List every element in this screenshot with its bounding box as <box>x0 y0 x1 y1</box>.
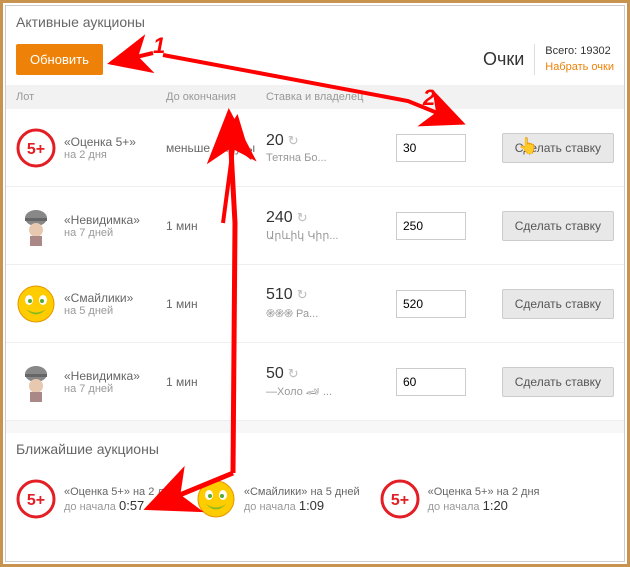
lot-icon <box>16 128 56 168</box>
bid-amount: 20 ↻ <box>266 132 396 150</box>
bid-input[interactable] <box>396 290 466 318</box>
place-bid-button[interactable]: Сделать ставку <box>502 133 614 163</box>
lot-duration: на 2 дня <box>64 149 136 161</box>
table-row: «Смайлики»на 5 дней 1 мин510 ↻ ֍֍֍ Ра... Сд… <box>6 265 624 343</box>
header-time: До окончания <box>166 91 266 103</box>
upcoming-item[interactable]: «Оценка 5+» на 2 днядо начала 1:20 <box>380 479 540 519</box>
lot-icon <box>196 479 236 519</box>
lot-icon <box>16 206 56 246</box>
lot-duration: на 7 дней <box>64 227 140 239</box>
time-remaining: 1 мин <box>166 219 266 233</box>
time-remaining: 1 мин <box>166 297 266 311</box>
points-total: Всего: 19302 <box>545 44 614 59</box>
bid-owner: Тетяна Бо... <box>266 152 396 164</box>
time-remaining: 1 мин <box>166 375 266 389</box>
upcoming-name: «Смайлики» на 5 дней <box>244 486 360 498</box>
lot-icon <box>16 362 56 402</box>
bid-input[interactable] <box>396 368 466 396</box>
bid-owner: —Холо 🏎 ... <box>266 385 396 398</box>
upcoming-timer: до начала 1:09 <box>244 498 360 513</box>
lot-name: «Невидимка» <box>64 213 140 227</box>
table-row: «Оценка 5+»на 2 дня меньше минуты20 ↻ Тетя… <box>6 109 624 187</box>
points-label: Очки <box>483 49 524 70</box>
table-row: «Невидимка»на 7 дней 1 мин50 ↻ —Холо 🏎 ...… <box>6 343 624 421</box>
refresh-icon: ↻ <box>288 133 299 149</box>
header-lot: Лот <box>16 91 166 103</box>
table-row: «Невидимка»на 7 дней 1 мин240 ↻ Արևիկ Կիր.… <box>6 187 624 265</box>
table-header: Лот До окончания Ставка и владелец <box>6 85 624 109</box>
bid-owner: Արևիկ Կիր... <box>266 229 396 242</box>
upcoming-item[interactable]: «Смайлики» на 5 днейдо начала 1:09 <box>196 479 360 519</box>
lot-duration: на 5 дней <box>64 305 133 317</box>
lot-duration: на 7 дней <box>64 383 140 395</box>
bid-input[interactable] <box>396 212 466 240</box>
place-bid-button[interactable]: Сделать ставку <box>502 211 614 241</box>
place-bid-button[interactable]: Сделать ставку <box>502 289 614 319</box>
refresh-icon: ↻ <box>297 287 308 303</box>
section-upcoming-title: Ближайшие аукционы <box>6 433 624 465</box>
upcoming-timer: до начала 0:57 <box>64 498 176 513</box>
bid-input[interactable] <box>396 134 466 162</box>
lot-icon <box>380 479 420 519</box>
bid-owner: ֍֍֍ Ра... <box>266 306 396 321</box>
refresh-icon: ↻ <box>288 366 299 382</box>
upcoming-item[interactable]: «Оценка 5+» на 2 днядо начала 0:57 <box>16 479 176 519</box>
lot-name: «Смайлики» <box>64 291 133 305</box>
upcoming-name: «Оценка 5+» на 2 дня <box>64 486 176 498</box>
bid-amount: 510 ↻ <box>266 286 396 304</box>
place-bid-button[interactable]: Сделать ставку <box>502 367 614 397</box>
earn-points-link[interactable]: Набрать очки <box>545 60 614 75</box>
lot-name: «Невидимка» <box>64 369 140 383</box>
lot-name: «Оценка 5+» <box>64 135 136 149</box>
bid-amount: 50 ↻ <box>266 365 396 383</box>
lot-icon <box>16 479 56 519</box>
bid-amount: 240 ↻ <box>266 209 396 227</box>
header-bid: Ставка и владелец <box>266 91 396 103</box>
upcoming-name: «Оценка 5+» на 2 дня <box>428 486 540 498</box>
time-remaining: меньше минуты <box>166 141 266 155</box>
section-active-title: Активные аукционы <box>6 6 624 38</box>
lot-icon <box>16 284 56 324</box>
refresh-button[interactable]: Обновить <box>16 44 103 75</box>
refresh-icon: ↻ <box>297 210 308 226</box>
upcoming-timer: до начала 1:20 <box>428 498 540 513</box>
